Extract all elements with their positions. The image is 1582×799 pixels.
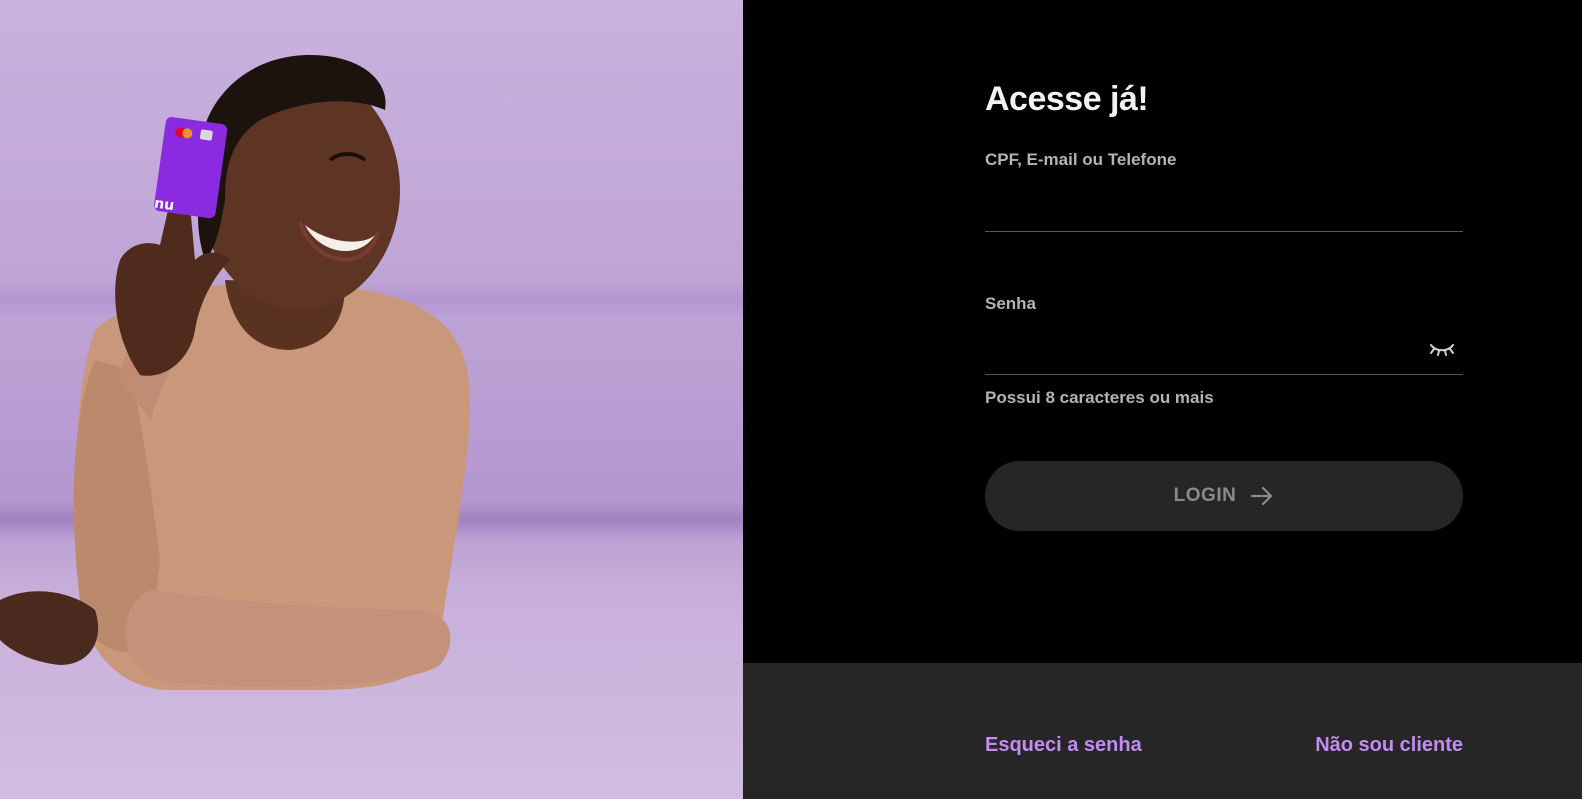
forgot-password-link[interactable]: Esqueci a senha — [985, 734, 1142, 757]
login-button-label: LOGIN — [1173, 485, 1237, 506]
login-form: Acesse já! CPF, E-mail ou Telefone Senha… — [985, 78, 1463, 531]
login-page: nu Acesse já! CPF, E-mail ou Telefone Se… — [0, 0, 1582, 799]
not-client-link[interactable]: Não sou cliente — [1315, 734, 1463, 757]
username-label: CPF, E-mail ou Telefone — [985, 150, 1177, 169]
username-input[interactable] — [985, 188, 1463, 232]
footer: Esqueci a senha Não sou cliente — [743, 663, 1582, 799]
hero-photo: nu — [0, 0, 743, 799]
woman-holding-card-illustration: nu — [0, 55, 471, 690]
card-logo-text: nu — [153, 195, 175, 214]
arrow-right-icon — [1251, 486, 1273, 506]
page-title: Acesse já! — [985, 80, 1149, 118]
password-visibility-toggle[interactable] — [1427, 336, 1457, 362]
password-label: Senha — [985, 294, 1037, 313]
eye-closed-icon — [1430, 344, 1454, 356]
password-input[interactable] — [985, 330, 1463, 375]
login-panel: Acesse já! CPF, E-mail ou Telefone Senha… — [743, 0, 1582, 663]
password-hint: Possui 8 caracteres ou mais — [985, 388, 1214, 407]
login-button[interactable]: LOGIN — [985, 461, 1463, 531]
